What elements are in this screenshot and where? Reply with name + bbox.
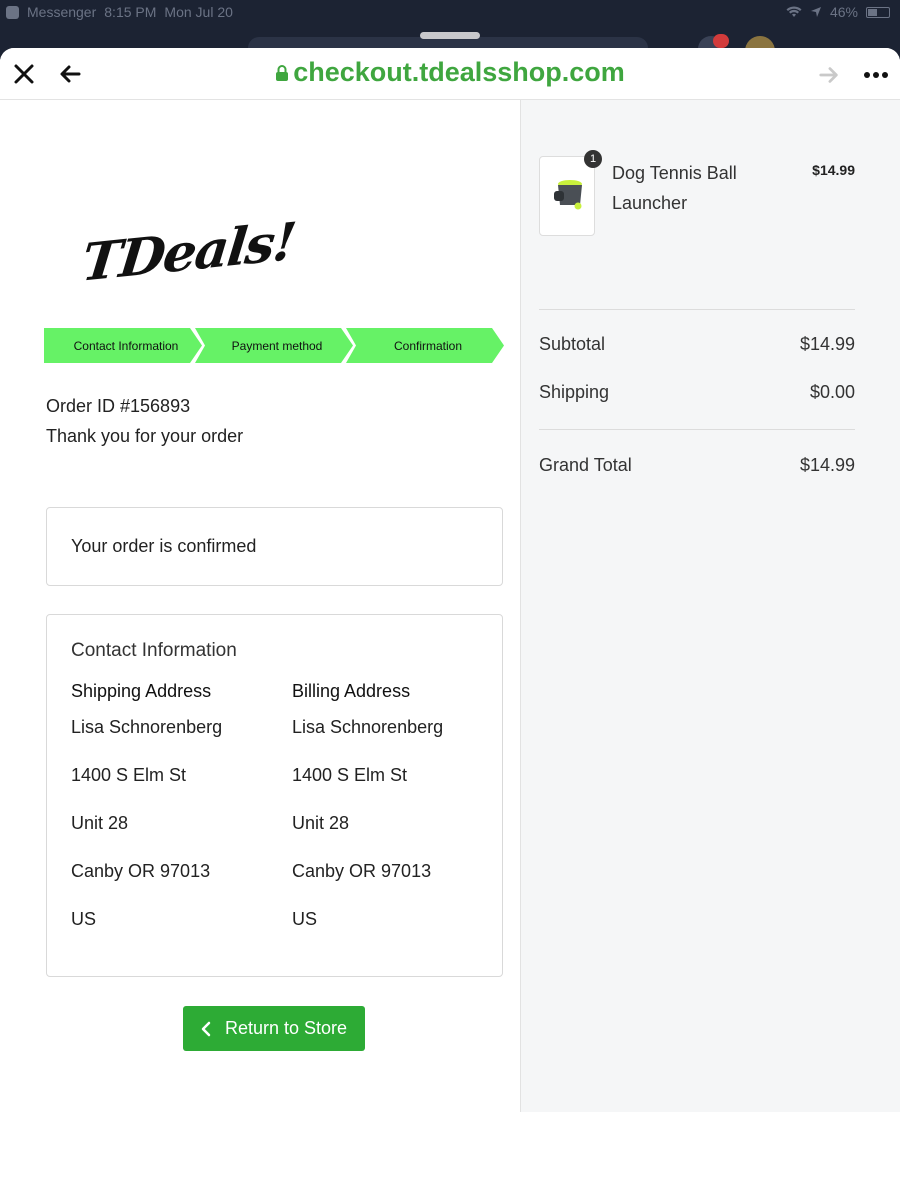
tdeals-logo[interactable]: TDeals!: [79, 211, 297, 293]
shipping-name: Lisa Schnorenberg: [71, 717, 223, 737]
grand-total-label: Grand Total: [539, 455, 632, 475]
billing-address-heading: Billing Address: [292, 681, 411, 701]
more-options-icon[interactable]: [863, 64, 889, 86]
url-text: checkout.tdealsshop.com: [293, 57, 625, 87]
checkout-steps: Contact Information Payment method Confi…: [44, 328, 504, 363]
sheet-grabber[interactable]: [420, 32, 480, 39]
grand-total-value: $14.99: [799, 455, 855, 475]
order-panel: TDeals! Contact Information Payment meth…: [0, 100, 520, 1112]
shipping-street: 1400 S Elm St: [71, 765, 187, 785]
billing-unit: Unit 28: [292, 813, 350, 833]
order-summary-panel: 1 Dog Tennis Ball Launcher $14.99 Subtot…: [520, 100, 900, 1112]
billing-address: Billing Address Lisa Schnorenberg 1400 S…: [292, 681, 443, 957]
summary-divider: [539, 429, 855, 430]
summary-divider: [539, 309, 855, 310]
step-label: Confirmation: [393, 338, 463, 353]
battery-percent: 46%: [829, 4, 858, 20]
back-app-name[interactable]: Messenger: [27, 4, 96, 20]
location-icon: [810, 7, 821, 17]
step-label: Payment method: [231, 338, 323, 353]
wifi-icon: [786, 6, 802, 17]
product-thumbnail: [539, 156, 595, 236]
step-contact-information[interactable]: Contact Information: [44, 328, 202, 363]
page-bottom-area: [0, 1112, 900, 1200]
order-id: Order ID #156893: [46, 396, 191, 416]
billing-country: US: [292, 909, 318, 929]
shipping-row: Shipping $0.00: [539, 382, 855, 403]
browser-sheet: checkout.tdealsshop.com TDeals! Contact …: [0, 48, 900, 1200]
tennis-ball-launcher-image: [554, 180, 582, 210]
step-label: Contact Information: [73, 338, 179, 353]
url-display[interactable]: checkout.tdealsshop.com: [0, 57, 900, 88]
back-to-app-icon[interactable]: [6, 5, 19, 19]
shipping-value: $0.00: [809, 382, 855, 402]
status-bar-left: Messenger 8:15 PM Mon Jul 20: [6, 4, 233, 20]
shipping-address-heading: Shipping Address: [71, 681, 212, 701]
step-payment-method[interactable]: Payment method: [195, 328, 353, 363]
order-confirmed-box: Your order is confirmed: [46, 507, 503, 586]
return-to-store-label: Return to Store: [224, 1018, 348, 1038]
subtotal-value: $14.99: [799, 334, 855, 354]
return-to-store-button[interactable]: Return to Store: [183, 1006, 365, 1051]
grand-total-row: Grand Total $14.99: [539, 455, 855, 476]
contact-information-box: Contact Information Shipping Address Lis…: [46, 614, 503, 977]
shipping-label: Shipping: [539, 382, 610, 402]
order-confirmed-text: Your order is confirmed: [71, 536, 257, 556]
billing-name: Lisa Schnorenberg: [292, 717, 444, 737]
status-time: 8:15 PM: [104, 4, 157, 20]
battery-icon: [866, 6, 890, 18]
billing-street: 1400 S Elm St: [292, 765, 408, 785]
shipping-unit: Unit 28: [71, 813, 129, 833]
quantity-badge: 1: [584, 150, 602, 168]
subtotal-label: Subtotal: [539, 334, 606, 354]
status-date: Mon Jul 20: [164, 4, 233, 20]
background-notification-badge: [713, 34, 729, 48]
step-confirmation[interactable]: Confirmation: [346, 328, 504, 363]
product-name: Dog Tennis Ball Launcher: [612, 163, 737, 213]
forward-arrow-icon: [819, 67, 838, 83]
shipping-city: Canby OR 97013: [71, 861, 211, 881]
shipping-address: Shipping Address Lisa Schnorenberg 1400 …: [71, 681, 222, 957]
subtotal-row: Subtotal $14.99: [539, 334, 855, 355]
thank-you-message: Thank you for your order: [46, 426, 244, 446]
status-bar-right: 46%: [786, 4, 890, 20]
billing-city: Canby OR 97013: [292, 861, 432, 881]
shipping-country: US: [71, 909, 97, 929]
contact-information-title: Contact Information: [71, 640, 237, 661]
product-price: $14.99: [812, 162, 855, 178]
url-bar: checkout.tdealsshop.com: [0, 48, 900, 100]
lock-icon: [276, 64, 289, 81]
chevron-left-icon: [201, 1021, 211, 1036]
